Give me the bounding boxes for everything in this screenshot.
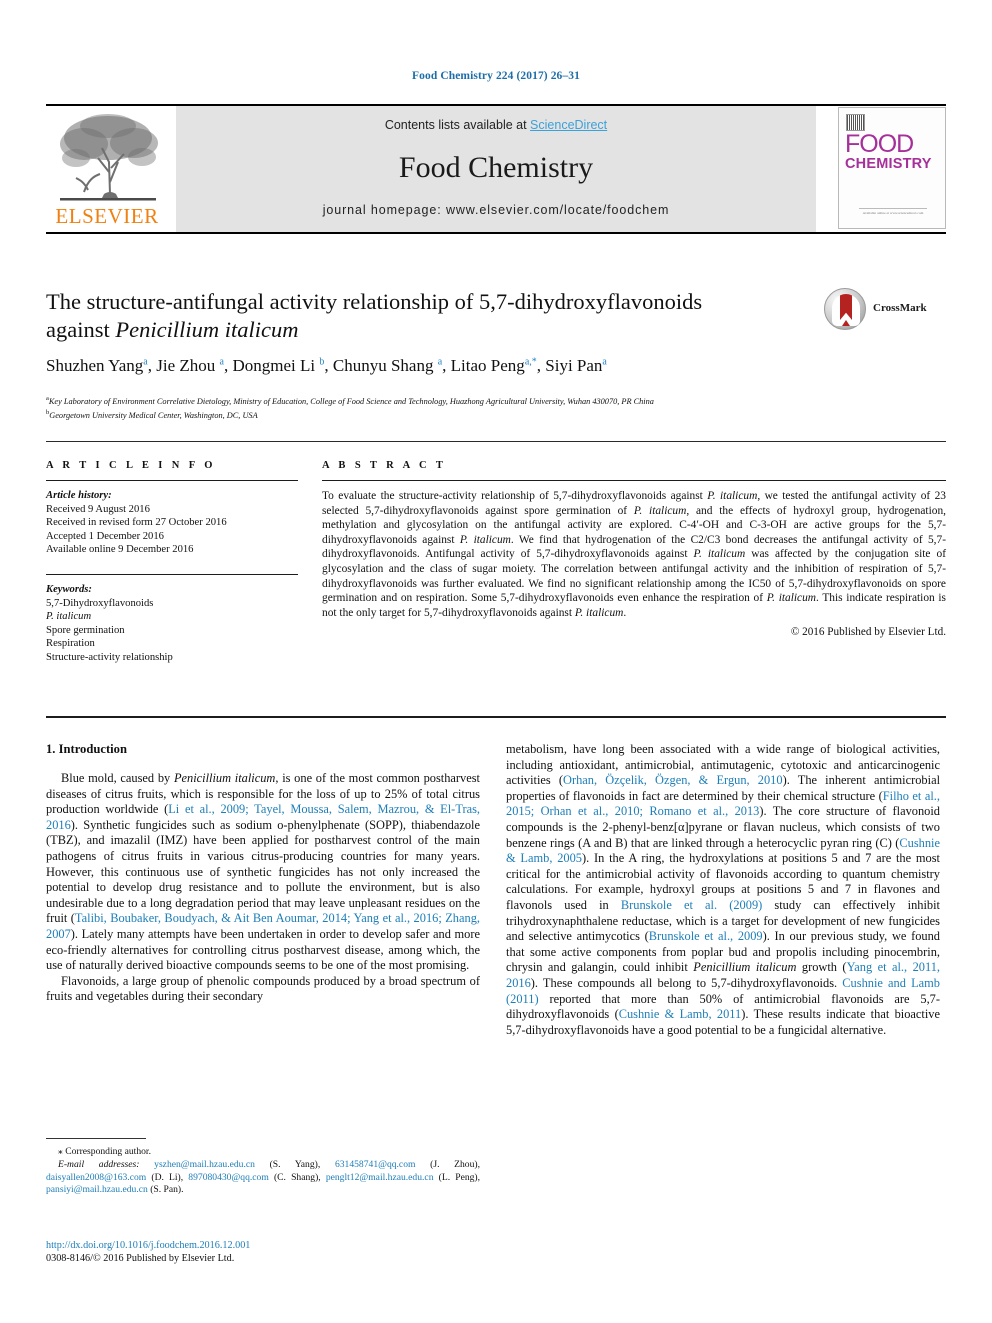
history-item: Available online 9 December 2016 bbox=[46, 544, 194, 556]
paragraph: metabolism, have long been associated wi… bbox=[506, 742, 941, 1037]
barcode-icon bbox=[846, 114, 865, 131]
divider-article-info bbox=[46, 480, 298, 481]
keywords-label: Keywords: bbox=[46, 583, 92, 595]
abstract-copyright: © 2016 Published by Elsevier Ltd. bbox=[790, 626, 946, 639]
email-addresses-note: E-mail addresses: yszhen@mail.hzau.edu.c… bbox=[46, 1159, 481, 1196]
section-heading-introduction: 1. Introduction bbox=[46, 742, 127, 756]
running-head: Food Chemistry 224 (2017) 26–31 bbox=[412, 70, 580, 82]
elsevier-wordmark: ELSEVIER bbox=[55, 204, 159, 228]
divider-under-affiliations bbox=[46, 441, 946, 442]
article-info-column: A R T I C L E I N F O Article history: R… bbox=[46, 460, 298, 665]
abstract-heading: A B S T R A C T bbox=[322, 460, 447, 471]
journal-title: Food Chemistry bbox=[398, 151, 594, 184]
keywords-block: Keywords: 5,7-Dihydroxyflavonoids P. ita… bbox=[46, 583, 298, 665]
divider-abstract bbox=[322, 480, 946, 481]
affiliation-b: bGeorgetown University Medical Center, W… bbox=[46, 409, 258, 421]
footnote-block: ⁎ Corresponding author. E-mail addresses… bbox=[46, 1146, 480, 1197]
history-item: Received in revised form 27 October 2016 bbox=[46, 517, 227, 529]
crossmark-icon bbox=[824, 288, 866, 330]
cover-footer-text: Available online at www.sciencedirect.co… bbox=[859, 208, 927, 219]
keyword-item: Structure-activity relationship bbox=[46, 651, 173, 663]
affiliation-b-text: Georgetown University Medical Center, Wa… bbox=[49, 411, 258, 421]
history-item: Accepted 1 December 2016 bbox=[46, 530, 164, 542]
cover-chemistry-text: CHEMISTRY bbox=[845, 156, 932, 172]
article-info-heading: A R T I C L E I N F O bbox=[46, 460, 216, 471]
journal-masthead: ELSEVIER Contents lists available at Sci… bbox=[46, 104, 946, 234]
doi-block: http://dx.doi.org/10.1016/j.foodchem.201… bbox=[46, 1239, 480, 1266]
keyword-item: P. italicum bbox=[46, 611, 92, 623]
paper-page: Food Chemistry 224 (2017) 26–31 ELSEVIER… bbox=[0, 0, 992, 1323]
history-item: Received 9 August 2016 bbox=[46, 503, 150, 515]
journal-homepage[interactable]: journal homepage: www.elsevier.com/locat… bbox=[176, 203, 816, 217]
keyword-item: Spore germination bbox=[46, 624, 125, 636]
divider-below-abstract bbox=[46, 716, 946, 718]
body-column-left: 1. Introduction Blue mold, caused by Pen… bbox=[46, 742, 480, 1005]
contents-prefix: Contents lists available at bbox=[384, 118, 531, 132]
article-history-label: Article history: bbox=[46, 490, 112, 501]
affiliation-a-text: Key Laboratory of Environment Correlativ… bbox=[48, 396, 654, 406]
author-list: Shuzhen Yanga, Jie Zhou a, Dongmei Li b,… bbox=[46, 356, 607, 375]
abstract-text: To evaluate the structure-activity relat… bbox=[322, 490, 946, 619]
crossmark-badge[interactable]: CrossMark bbox=[824, 288, 944, 334]
elsevier-logo: ELSEVIER bbox=[46, 106, 168, 232]
keyword-item: 5,7-Dihydroxyflavonoids bbox=[46, 597, 154, 609]
journal-band: Contents lists available at ScienceDirec… bbox=[176, 106, 816, 232]
crossmark-label: CrossMark bbox=[873, 302, 927, 314]
doi-link[interactable]: http://dx.doi.org/10.1016/j.foodchem.201… bbox=[46, 1239, 480, 1252]
sciencedirect-link[interactable]: ScienceDirect bbox=[530, 118, 607, 132]
page-title: The structure-antifungal activity relati… bbox=[46, 288, 806, 344]
keyword-item: Respiration bbox=[46, 638, 95, 650]
title-line-1: The structure-antifungal activity relati… bbox=[46, 289, 703, 314]
issn-copyright-line: 0308-8146/© 2016 Published by Elsevier L… bbox=[46, 1253, 235, 1265]
corresponding-author-note: ⁎ Corresponding author. bbox=[58, 1146, 151, 1157]
abstract-column: A B S T R A C T To evaluate the structur… bbox=[322, 460, 946, 638]
elsevier-tree-icon bbox=[60, 114, 158, 201]
article-history: Article history: Received 9 August 2016 … bbox=[46, 489, 298, 557]
divider-keywords bbox=[46, 573, 298, 575]
affiliations: aKey Laboratory of Environment Correlati… bbox=[46, 393, 946, 422]
body-column-right: metabolism, have long been associated wi… bbox=[506, 742, 940, 1038]
divider-footnote bbox=[46, 1138, 146, 1139]
affiliation-a: aKey Laboratory of Environment Correlati… bbox=[46, 395, 654, 406]
title-species-name: Penicillium italicum bbox=[115, 317, 299, 342]
title-line-2-prefix: against bbox=[46, 317, 116, 342]
contents-line: Contents lists available at ScienceDirec… bbox=[176, 118, 816, 132]
paragraph: Blue mold, caused by Penicillium italicu… bbox=[46, 771, 480, 973]
paragraph: Flavonoids, a large group of phenolic co… bbox=[46, 973, 480, 1004]
cover-food-text: FOOD bbox=[845, 130, 914, 158]
journal-cover-thumbnail: FOOD CHEMISTRY Available online at www.s… bbox=[838, 107, 946, 229]
